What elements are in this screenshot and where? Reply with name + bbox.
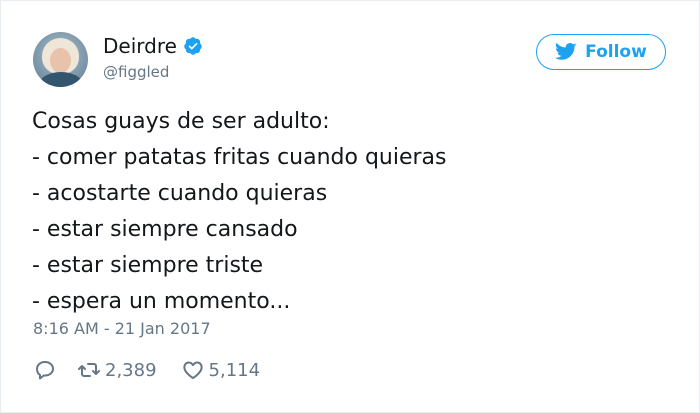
tweet-text: Cosas guays de ser adulto: - comer patat… <box>32 104 447 320</box>
tweet-line: - estar siempre triste <box>32 253 264 278</box>
verified-badge-icon <box>184 37 202 55</box>
author-display-name[interactable]: Deirdre <box>103 34 177 58</box>
tweet-card: Deirdre @figgled Follow Cosas guays de s… <box>0 0 700 413</box>
like-count: 5,114 <box>208 359 261 381</box>
reply-button[interactable] <box>33 358 57 382</box>
retweet-button[interactable]: 2,389 <box>77 358 157 382</box>
author-handle[interactable]: @figgled <box>103 63 169 81</box>
heart-icon <box>182 361 203 379</box>
retweet-count: 2,389 <box>105 359 157 381</box>
tweet-line: Cosas guays de ser adulto: <box>32 109 330 134</box>
twitter-bird-icon <box>555 42 577 60</box>
tweet-actions: 2,389 5,114 <box>33 358 260 382</box>
follow-button[interactable]: Follow <box>536 34 666 70</box>
avatar-body <box>39 72 83 87</box>
tweet-line: - comer patatas fritas cuando quieras <box>32 145 447 170</box>
tweet-line: - espera un momento... <box>32 289 291 314</box>
author-name-row: Deirdre <box>103 34 203 58</box>
reply-icon <box>36 361 54 380</box>
retweet-icon <box>78 363 100 377</box>
like-button[interactable]: 5,114 <box>181 358 261 382</box>
avatar[interactable] <box>33 32 88 87</box>
follow-button-label: Follow <box>585 42 647 62</box>
avatar-face <box>50 48 71 73</box>
tweet-line: - acostarte cuando quieras <box>32 181 328 206</box>
tweet-line: - estar siempre cansado <box>32 217 298 242</box>
tweet-timestamp[interactable]: 8:16 AM - 21 Jan 2017 <box>33 319 211 338</box>
